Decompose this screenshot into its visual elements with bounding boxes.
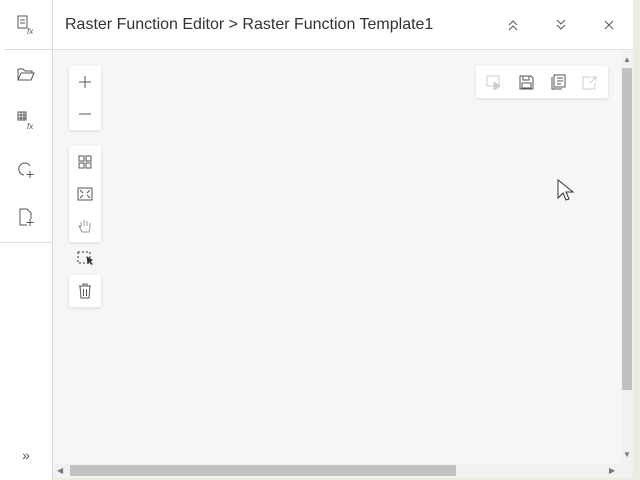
- add-variable-button[interactable]: [0, 147, 52, 193]
- left-rail: fx fx »: [0, 0, 53, 480]
- panel-header: Raster Function Editor > Raster Function…: [53, 0, 633, 50]
- layout-tools: [69, 146, 101, 242]
- scroll-up-icon[interactable]: ▲: [623, 55, 631, 64]
- open-button[interactable]: [0, 51, 52, 97]
- svg-text:fx: fx: [27, 27, 34, 36]
- mouse-cursor-icon: [557, 179, 575, 201]
- properties-icon: [551, 74, 565, 90]
- save-button[interactable]: [510, 66, 542, 98]
- scroll-left-icon[interactable]: ◀: [57, 466, 63, 475]
- function-template-button[interactable]: fx: [0, 2, 52, 48]
- chevron-double-up-icon: [508, 19, 518, 30]
- grid-icon: [78, 155, 92, 169]
- hand-icon: [77, 220, 91, 233]
- folder-open-icon: [17, 68, 35, 81]
- delete-tools: [69, 275, 101, 307]
- properties-button[interactable]: [542, 66, 574, 98]
- grid-function-icon: fx: [17, 111, 34, 131]
- raster-functions-button[interactable]: fx: [0, 97, 52, 143]
- run-icon: [486, 75, 501, 90]
- function-template-icon: fx: [17, 15, 34, 36]
- select-button[interactable]: [69, 242, 101, 274]
- fit-icon: [77, 187, 93, 201]
- zoom-out-button[interactable]: [69, 98, 101, 130]
- close-button[interactable]: [585, 0, 633, 50]
- trash-icon: [79, 283, 91, 299]
- scroll-right-icon[interactable]: ▶: [609, 466, 615, 475]
- new-template-button[interactable]: [0, 194, 52, 240]
- fit-to-window-button[interactable]: [69, 178, 101, 210]
- auto-layout-button[interactable]: [69, 146, 101, 178]
- horizontal-scroll-thumb[interactable]: [70, 465, 456, 476]
- minus-icon: [79, 113, 91, 115]
- collapse-down-button[interactable]: [537, 0, 585, 50]
- zoom-in-button[interactable]: [69, 66, 101, 98]
- select-icon: [77, 251, 93, 265]
- chevron-double-down-icon: [556, 19, 566, 30]
- scroll-down-icon[interactable]: ▼: [623, 450, 631, 459]
- editor-canvas[interactable]: [53, 50, 621, 463]
- circle-plus-icon: [18, 162, 34, 178]
- delete-button[interactable]: [69, 275, 101, 307]
- pan-button[interactable]: [69, 210, 101, 242]
- expand-button[interactable]: »: [0, 432, 52, 478]
- template-toolbar: [476, 66, 608, 98]
- save-icon: [519, 75, 533, 89]
- close-icon: [604, 20, 614, 29]
- collapse-up-button[interactable]: [489, 0, 537, 50]
- share-button[interactable]: [574, 66, 606, 98]
- svg-text:fx: fx: [27, 122, 34, 131]
- horizontal-scrollbar[interactable]: ◀ ▶: [53, 463, 633, 478]
- vertical-scrollbar[interactable]: ▲ ▼: [621, 50, 633, 463]
- run-button[interactable]: [478, 66, 510, 98]
- file-plus-icon: [19, 208, 34, 226]
- expand-icon: »: [22, 447, 30, 463]
- vertical-scroll-thumb[interactable]: [622, 68, 632, 390]
- share-icon: [582, 76, 597, 89]
- page-title: Raster Function Editor > Raster Function…: [65, 15, 434, 33]
- plus-icon: [79, 76, 91, 88]
- zoom-tools: [69, 66, 101, 130]
